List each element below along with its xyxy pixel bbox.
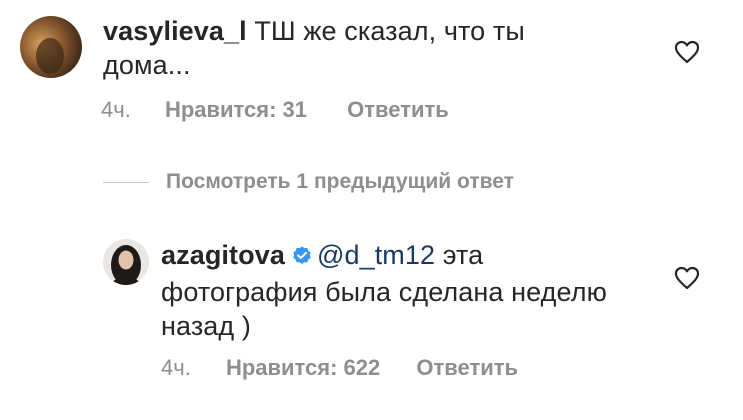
likes-count-button[interactable]: Нравится: 31: [165, 97, 307, 123]
comment-text-continued: назад ): [161, 311, 251, 341]
likes-count-button[interactable]: Нравится: 622: [226, 355, 380, 381]
verified-badge-icon: [291, 241, 313, 275]
comment-text: ТШ же сказал, что ты: [246, 16, 525, 46]
comment-timestamp: 4ч.: [101, 97, 131, 122]
comment-body: azagitova @d_tm12 эта фотография была сде…: [161, 238, 681, 343]
comment-text-continued: фотография была сделана неделю: [161, 277, 607, 307]
like-heart-icon[interactable]: [674, 266, 700, 290]
comment-username[interactable]: azagitova: [161, 240, 285, 270]
avatar[interactable]: [103, 239, 149, 285]
divider-line: [103, 181, 149, 183]
comment-meta: 4ч. Нравится: 622 Ответить: [161, 355, 518, 381]
comment-text-continued: дома...: [103, 50, 191, 80]
comment-body: vasylieva_l ТШ же сказал, что ты дома...: [103, 14, 663, 82]
comment-meta: 4ч. Нравится: 31 Ответить: [101, 97, 449, 123]
reply-button[interactable]: Ответить: [416, 355, 518, 381]
comment-text: эта: [435, 240, 484, 270]
view-replies-label: Посмотреть 1 предыдущий ответ: [166, 170, 514, 193]
like-heart-icon[interactable]: [674, 40, 700, 64]
avatar[interactable]: [20, 16, 82, 78]
mention-link[interactable]: @d_tm12: [317, 240, 435, 270]
comment-username[interactable]: vasylieva_l: [103, 16, 247, 46]
comment-timestamp: 4ч.: [161, 355, 191, 380]
view-previous-replies[interactable]: Посмотреть 1 предыдущий ответ: [103, 170, 514, 194]
reply-button[interactable]: Ответить: [347, 97, 449, 123]
